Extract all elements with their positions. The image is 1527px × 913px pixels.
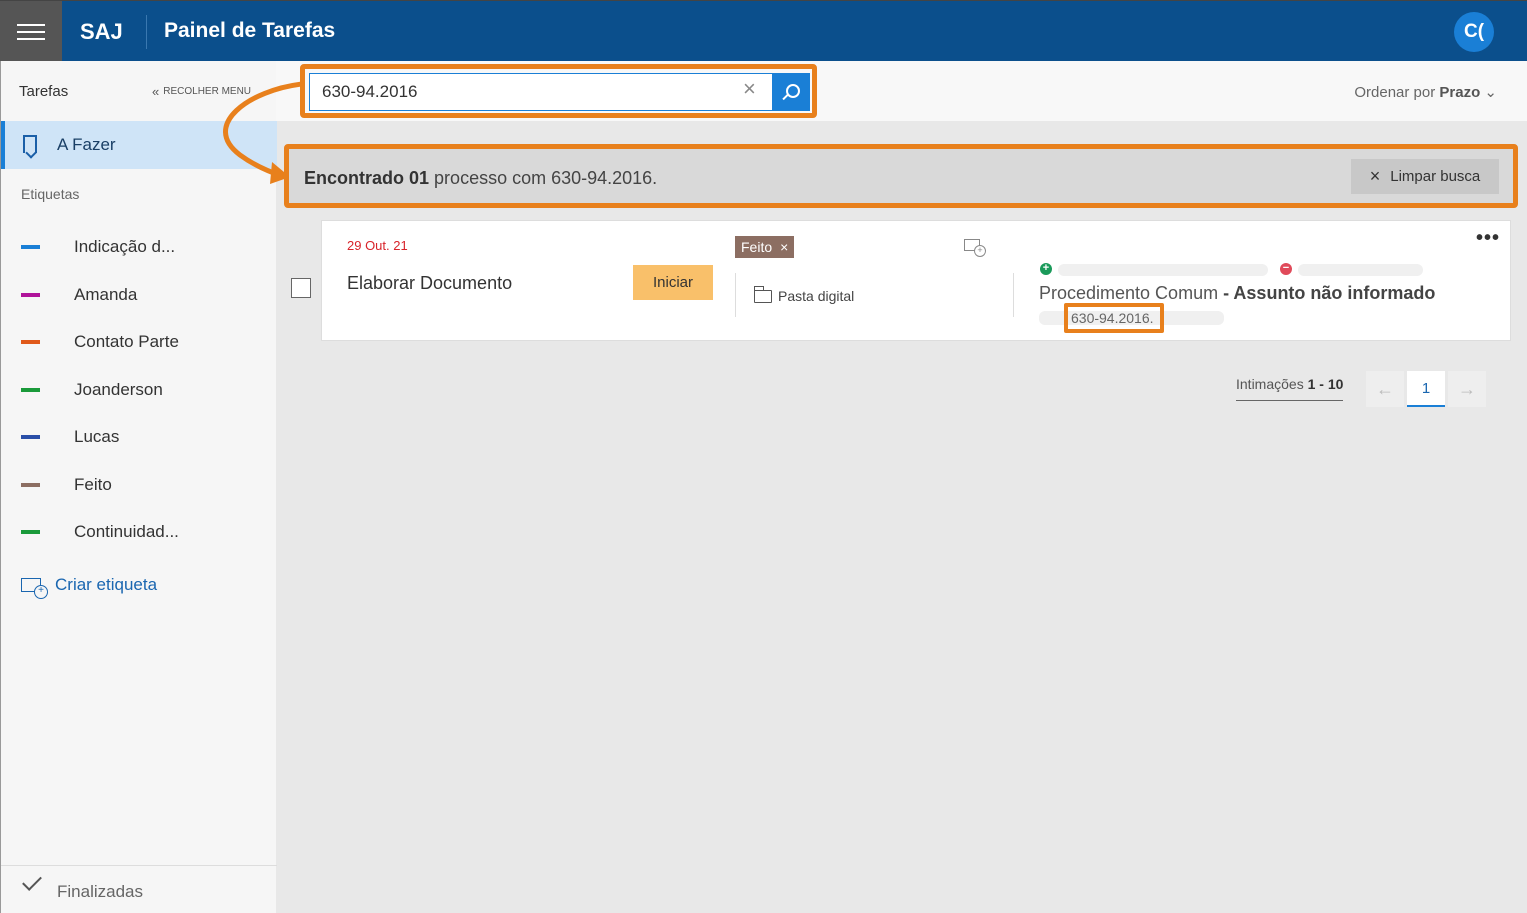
task-title[interactable]: Elaborar Documento <box>347 273 512 294</box>
redacted-party-name <box>1298 264 1423 276</box>
sort-dropdown[interactable]: Ordenar por Prazo ⌄ <box>1354 83 1497 101</box>
found-description: processo com 630-94.2016. <box>434 168 658 188</box>
sidebar-item-label: Finalizadas <box>57 882 143 901</box>
next-page-button[interactable]: → <box>1448 371 1486 407</box>
arrow-right-icon: → <box>1458 378 1476 399</box>
procedure-line: Procedimento Comum - Assunto não informa… <box>1039 283 1435 304</box>
search-result-banner: Encontrado 01 processo com 630-94.2016. … <box>284 144 1518 208</box>
checkmark-icon <box>22 871 42 891</box>
hamburger-menu-icon[interactable] <box>0 1 62 62</box>
create-tag-link[interactable]: Criar etiqueta <box>21 575 158 599</box>
procedure-type: Procedimento Comum <box>1039 283 1219 303</box>
minus-circle-icon: − <box>1280 263 1292 275</box>
folder-label: Pasta digital <box>778 288 855 304</box>
chevron-down-icon: ⌄ <box>1484 84 1497 101</box>
search-icon <box>785 83 800 98</box>
tag-label: Indicação d... <box>74 237 176 256</box>
plus-circle-icon: + <box>1040 263 1052 275</box>
pagination-range: 1 - 10 <box>1307 376 1344 392</box>
sort-value: Prazo <box>1439 84 1481 101</box>
page-number-button[interactable]: 1 <box>1407 371 1445 407</box>
arrow-left-icon: ← <box>1376 378 1394 399</box>
sidebar-item-label: A Fazer <box>57 135 116 154</box>
due-date: 29 Out. 21 <box>347 238 408 253</box>
tag-label: Continuidad... <box>74 522 179 541</box>
tag-label: Joanderson <box>74 380 163 399</box>
search-input[interactable] <box>309 73 775 111</box>
tag-item[interactable]: Contato Parte <box>1 327 277 357</box>
double-chevron-left-icon: « <box>152 84 160 99</box>
tag-label: Feito <box>74 475 112 494</box>
tag-label: Contato Parte <box>74 332 179 351</box>
divider <box>735 273 736 317</box>
top-bar: SAJ Painel de Tarefas C( <box>0 0 1527 62</box>
toolbar: × Ordenar por Prazo ⌄ <box>276 61 1527 121</box>
tag-color-bar <box>21 293 40 297</box>
create-tag-label: Criar etiqueta <box>55 575 158 594</box>
add-tag-icon[interactable] <box>964 239 986 257</box>
more-options-icon[interactable]: ••• <box>1476 228 1500 248</box>
search-result-text: Encontrado 01 processo com 630-94.2016. <box>304 168 657 189</box>
tags-heading: Etiquetas <box>21 186 80 202</box>
tag-item[interactable]: Continuidad... <box>1 517 277 547</box>
brand-logo[interactable]: SAJ <box>80 19 123 45</box>
search-button[interactable] <box>772 73 810 111</box>
clear-search-label: Limpar busca <box>1390 168 1481 185</box>
add-tag-icon <box>21 578 48 599</box>
previous-page-button[interactable]: ← <box>1366 371 1404 407</box>
page-title: Painel de Tarefas <box>164 19 336 42</box>
tag-item[interactable]: Feito <box>1 470 277 500</box>
close-icon: × <box>1369 166 1381 186</box>
bookmark-icon <box>23 135 37 153</box>
pagination-info: Intimações 1 - 10 <box>1236 376 1344 401</box>
procedure-separator: - <box>1223 283 1234 303</box>
tag-item[interactable]: Indicação d... <box>1 232 277 262</box>
pagination-label: Intimações <box>1236 376 1304 392</box>
task-checkbox[interactable] <box>291 278 311 298</box>
tag-color-bar <box>21 388 40 392</box>
redacted-party-name <box>1058 264 1268 276</box>
tag-item[interactable]: Joanderson <box>1 375 277 405</box>
tag-color-bar <box>21 483 40 487</box>
clear-search-icon[interactable]: × <box>743 78 756 100</box>
tag-color-bar <box>21 530 40 534</box>
user-avatar[interactable]: C( <box>1454 12 1494 52</box>
process-number-highlight: 630-94.2016. <box>1064 303 1164 333</box>
tag-color-bar <box>21 340 40 344</box>
procedure-subject: Assunto não informado <box>1233 283 1436 303</box>
found-count: Encontrado 01 <box>304 168 430 188</box>
search-highlight-box: × <box>300 64 817 118</box>
tag-item[interactable]: Lucas <box>1 422 277 452</box>
tag-label: Amanda <box>74 285 138 304</box>
remove-tag-icon[interactable]: × <box>780 239 788 255</box>
tag-label: Lucas <box>74 427 120 446</box>
process-number[interactable]: 630-94.2016. <box>1071 310 1154 326</box>
tag-color-bar <box>21 245 40 249</box>
folder-icon <box>753 285 772 303</box>
divider <box>1013 273 1014 317</box>
tag-color-bar <box>21 435 40 439</box>
tag-item[interactable]: Amanda <box>1 280 277 310</box>
sort-prefix: Ordenar por <box>1354 84 1436 101</box>
sidebar-heading: Tarefas <box>19 83 69 100</box>
clear-search-button[interactable]: × Limpar busca <box>1351 159 1499 194</box>
sidebar-item-finalizadas[interactable]: Finalizadas <box>1 865 277 913</box>
task-tag-label: Feito <box>741 239 773 255</box>
task-tag-chip: Feito × <box>735 236 795 258</box>
start-button[interactable]: Iniciar <box>633 265 713 300</box>
digital-folder-link[interactable]: Pasta digital <box>753 285 855 304</box>
task-card[interactable]: 29 Out. 21 Elaborar Documento Iniciar Fe… <box>321 220 1511 341</box>
brand-divider <box>146 15 147 49</box>
